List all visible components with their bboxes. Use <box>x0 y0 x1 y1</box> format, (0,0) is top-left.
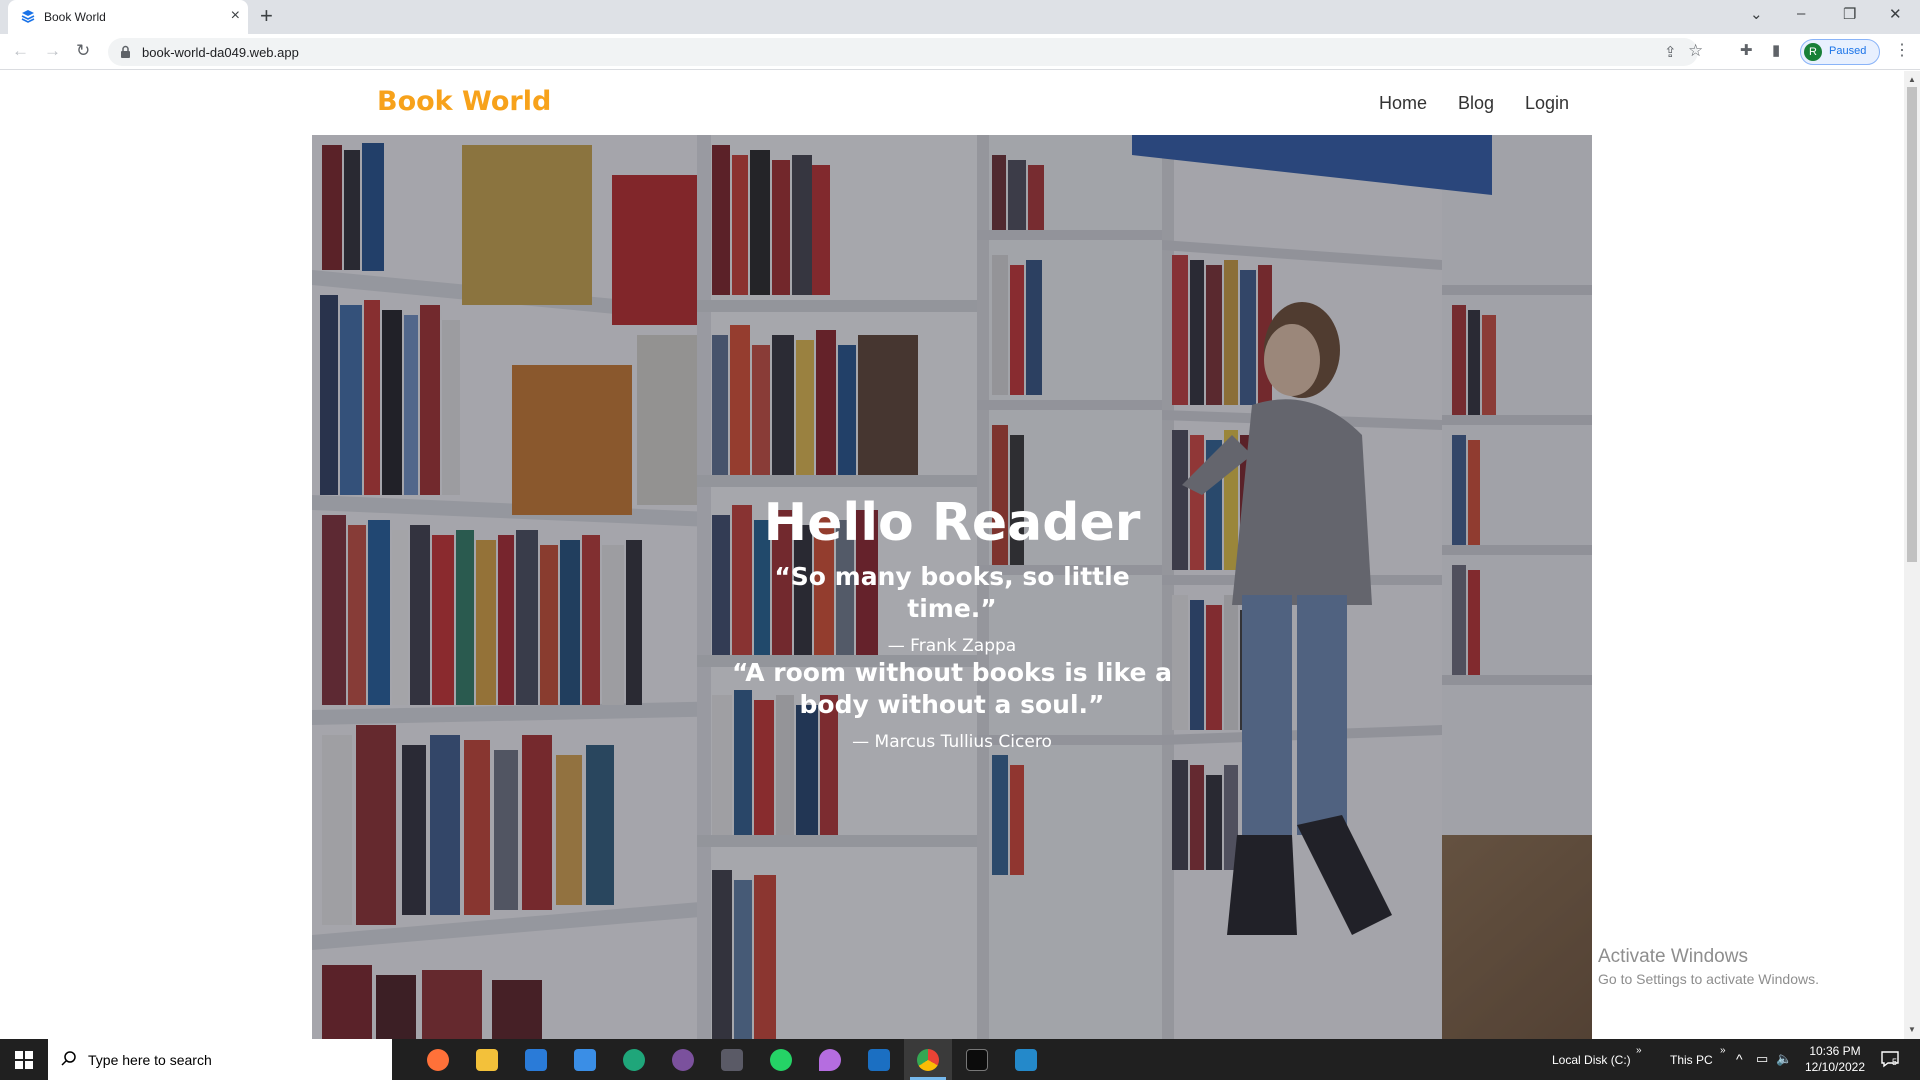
microsoft-store-icon <box>525 1049 547 1071</box>
side-panel-icon[interactable]: ▮ <box>1772 41 1780 59</box>
taskbar-app-whatsapp[interactable] <box>757 1039 805 1080</box>
forward-icon[interactable]: → <box>44 41 61 61</box>
site-logo[interactable]: Book World <box>377 86 551 117</box>
taskbar-search-box[interactable]: Type here to search <box>48 1039 392 1080</box>
browser-toolbar: ← → ↻ book-world-da049.web.app ⇪ ☆ ✚ ▮ R… <box>0 34 1920 70</box>
notification-center-icon[interactable]: 5 <box>1880 1049 1900 1069</box>
search-icon <box>61 1051 76 1066</box>
address-bar[interactable]: book-world-da049.web.app ⇪ ☆ <box>108 38 1703 66</box>
close-tab-icon[interactable]: × <box>231 7 240 25</box>
watermark-subtitle: Go to Settings to activate Windows. <box>1598 971 1819 987</box>
vscode-icon <box>1015 1049 1037 1071</box>
terminal-icon <box>966 1049 988 1071</box>
tray-expand-icon[interactable]: » <box>1720 1045 1726 1056</box>
nav-blog-link[interactable]: Blog <box>1458 93 1494 114</box>
viber-icon <box>672 1049 694 1071</box>
close-window-icon[interactable]: ✕ <box>1889 5 1902 23</box>
restore-window-icon[interactable]: ❐ <box>1843 5 1856 23</box>
taskbar-app-viber[interactable] <box>659 1039 707 1080</box>
activate-windows-watermark: Activate Windows Go to Settings to activ… <box>1598 946 1819 987</box>
clock-time: 10:36 PM <box>1809 1044 1861 1058</box>
taskbar-app-firefox[interactable] <box>414 1039 462 1080</box>
camera-icon <box>721 1049 743 1071</box>
hero-banner: Hello Reader “So many books, so little t… <box>312 135 1592 1039</box>
taskbar-app-chrome[interactable] <box>904 1039 952 1080</box>
taskbar-app-terminal[interactable] <box>953 1039 1001 1080</box>
minimize-window-icon[interactable]: – <box>1797 5 1805 22</box>
profile-status: Paused <box>1829 45 1867 57</box>
quote-author: — Marcus Tullius Cicero <box>852 732 1052 752</box>
back-icon[interactable]: ← <box>12 41 29 61</box>
share-icon[interactable]: ⇪ <box>1664 43 1677 61</box>
tray-this-pc[interactable]: This PC <box>1670 1053 1713 1067</box>
watermark-title: Activate Windows <box>1598 946 1748 967</box>
paint-icon <box>819 1049 841 1071</box>
tray-expand-icon[interactable]: » <box>1636 1045 1642 1056</box>
scroll-up-icon[interactable]: ▲ <box>1908 75 1916 84</box>
page-viewport: Book World Home Blog Login Hello Reader … <box>0 71 1904 1039</box>
browser-tab[interactable]: Book World × <box>8 0 248 34</box>
book-stack-icon <box>21 10 35 23</box>
tray-local-disk[interactable]: Local Disk (C:) <box>1552 1053 1631 1067</box>
bookmark-star-icon[interactable]: ☆ <box>1688 41 1703 61</box>
windows-taskbar: Type here to search Local Disk (C:) » Th… <box>0 1039 1920 1080</box>
lock-icon <box>121 45 130 58</box>
hero-title: Hello Reader <box>763 493 1141 553</box>
new-tab-button[interactable]: + <box>260 3 273 29</box>
tab-search-icon[interactable]: ⌄ <box>1750 5 1763 23</box>
profile-button[interactable]: R Paused <box>1800 39 1880 65</box>
quote-text: “A room without books is like a body wit… <box>732 658 1172 719</box>
reload-icon[interactable]: ↻ <box>76 41 90 61</box>
chrome-icon <box>917 1049 939 1071</box>
quote-author: — Frank Zappa <box>887 636 1017 656</box>
taskbar-app-photos[interactable] <box>855 1039 903 1080</box>
taskbar-search-placeholder: Type here to search <box>88 1052 212 1068</box>
edge-icon <box>623 1049 645 1071</box>
avatar: R <box>1804 43 1822 61</box>
page-scrollbar[interactable]: ▲ ▼ <box>1904 71 1920 1039</box>
windows-logo-icon <box>15 1051 33 1069</box>
nav-login-link[interactable]: Login <box>1525 93 1569 114</box>
mail-icon <box>574 1049 596 1071</box>
browser-tab-strip: Book World × + ⌄ – ❐ ✕ <box>0 0 1920 34</box>
taskbar-app-store[interactable] <box>512 1039 560 1080</box>
taskbar-app-file-explorer[interactable] <box>463 1039 511 1080</box>
browser-menu-icon[interactable]: ⋮ <box>1894 40 1910 60</box>
firefox-icon <box>427 1049 449 1071</box>
taskbar-app-camera[interactable] <box>708 1039 756 1080</box>
start-button[interactable] <box>0 1039 48 1080</box>
hero-content: Hello Reader “So many books, so little t… <box>702 493 1202 753</box>
nav-home-link[interactable]: Home <box>1379 93 1427 114</box>
taskbar-app-vscode[interactable] <box>1002 1039 1050 1080</box>
photos-icon <box>868 1049 890 1071</box>
show-hidden-icons-icon[interactable]: ^ <box>1736 1051 1743 1067</box>
whatsapp-icon <box>770 1049 792 1071</box>
quote-text: “So many books, so little time.” <box>774 562 1130 623</box>
clock-date: 12/10/2022 <box>1804 1060 1866 1074</box>
scrollbar-thumb[interactable] <box>1907 87 1917 562</box>
site-header: Book World Home Blog Login <box>312 71 1592 135</box>
extensions-icon[interactable]: ✚ <box>1740 41 1753 59</box>
scroll-down-icon[interactable]: ▼ <box>1908 1025 1916 1034</box>
volume-icon[interactable]: 🔈 <box>1776 1051 1792 1067</box>
taskbar-app-mail[interactable] <box>561 1039 609 1080</box>
taskbar-app-edge[interactable] <box>610 1039 658 1080</box>
taskbar-app-paint[interactable] <box>806 1039 854 1080</box>
notification-count: 5 <box>1892 1057 1898 1067</box>
url-text: book-world-da049.web.app <box>142 45 299 60</box>
tab-title: Book World <box>44 10 106 24</box>
file-explorer-icon <box>476 1049 498 1071</box>
taskbar-clock[interactable]: 10:36 PM 12/10/2022 <box>1800 1043 1870 1075</box>
network-icon[interactable]: ▭ <box>1756 1051 1768 1067</box>
